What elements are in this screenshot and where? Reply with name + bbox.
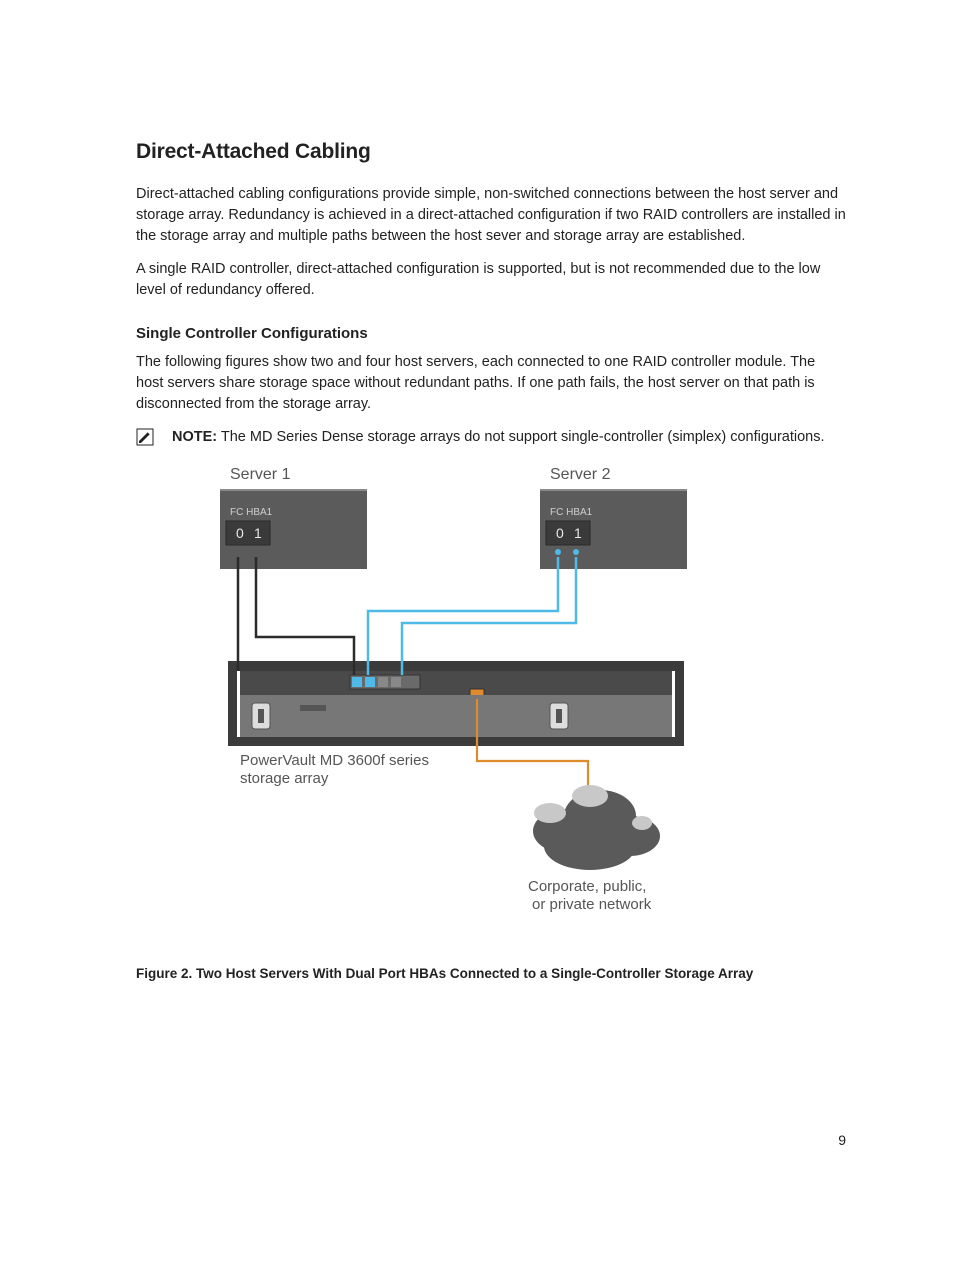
label-port0-s1: 0	[236, 525, 244, 541]
figure-caption: Figure 2. Two Host Servers With Dual Por…	[136, 966, 846, 981]
server-2-box: FC HBA1 0 1	[540, 489, 687, 569]
paragraph-single-controller: The following figures show two and four …	[136, 352, 846, 415]
heading-single-controller-configurations: Single Controller Configurations	[136, 325, 846, 342]
label-hba-1: FC HBA1	[230, 507, 273, 518]
cable-server2	[368, 557, 576, 675]
paragraph-intro-1: Direct-attached cabling configurations p…	[136, 184, 846, 247]
label-cloud-line2: or private network	[532, 896, 652, 913]
note-pencil-icon	[136, 428, 154, 446]
note-label: NOTE:	[172, 429, 217, 445]
paragraph-intro-2: A single RAID controller, direct-attache…	[136, 259, 846, 301]
label-server-1: Server 1	[230, 466, 291, 483]
cloud-network-icon	[533, 785, 660, 870]
page: Direct-Attached Cabling Direct-attached …	[0, 0, 954, 1268]
label-port1-s2: 1	[574, 525, 582, 541]
label-storage-line1: PowerVault MD 3600f series	[240, 752, 429, 769]
note-body: The MD Series Dense storage arrays do no…	[217, 429, 824, 445]
storage-array	[228, 661, 684, 746]
label-cloud-line1: Corporate, public,	[528, 878, 646, 895]
label-port1-s1: 1	[254, 525, 262, 541]
heading-direct-attached-cabling: Direct-Attached Cabling	[136, 140, 846, 164]
note-block: NOTE: The MD Series Dense storage arrays…	[136, 427, 846, 447]
label-hba-2: FC HBA1	[550, 507, 593, 518]
figure-diagram: Server 1 Server 2 FC HBA1 0 1 FC HBA1	[170, 461, 846, 936]
diagram-svg: Server 1 Server 2 FC HBA1 0 1 FC HBA1	[170, 461, 730, 931]
cable-server1	[238, 557, 354, 675]
label-server-2: Server 2	[550, 466, 611, 483]
label-storage-line2: storage array	[240, 770, 329, 787]
label-port0-s2: 0	[556, 525, 564, 541]
server-1-box: FC HBA1 0 1	[220, 489, 367, 569]
page-number: 9	[838, 1132, 846, 1148]
note-text: NOTE: The MD Series Dense storage arrays…	[172, 427, 825, 447]
